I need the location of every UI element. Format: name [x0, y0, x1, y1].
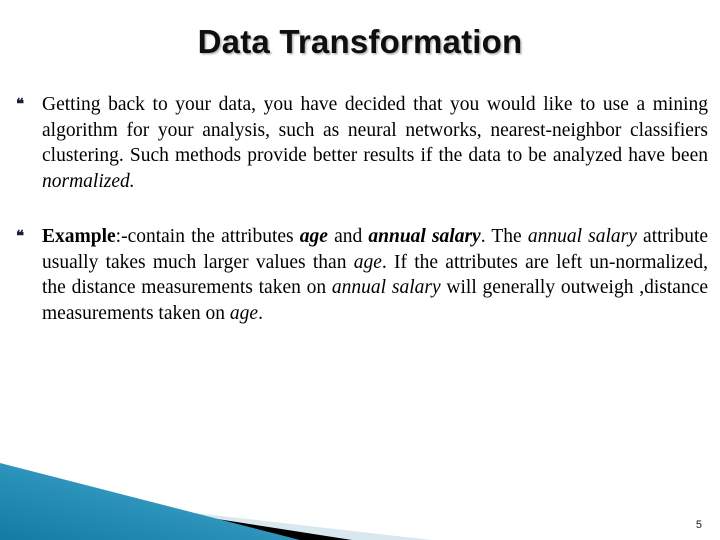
quote-bullet-icon: ❝ — [16, 229, 25, 245]
black-wedge-shape — [0, 485, 352, 540]
teal-triangle-shape — [0, 463, 300, 540]
bullet-text-getting-back: Getting back to your data, you have deci… — [42, 94, 708, 192]
slide-body: ❝ Getting back to your data, you have de… — [14, 92, 708, 326]
slide: Data Transformation ❝ Getting back to yo… — [0, 0, 720, 540]
bullet-item-getting-back: ❝ Getting back to your data, you have de… — [14, 92, 708, 194]
footer-decoration-graphic — [0, 463, 432, 540]
quote-bullet-icon: ❝ — [16, 97, 25, 113]
bullet-text-example: Example:-contain the attributes age and … — [42, 226, 709, 324]
bullet-item-example: ❝ Example:-contain the attributes age an… — [14, 224, 708, 326]
slide-number: 5 — [695, 519, 702, 531]
pale-band-shape — [0, 491, 432, 540]
page-title: Data Transformation — [197, 23, 523, 60]
